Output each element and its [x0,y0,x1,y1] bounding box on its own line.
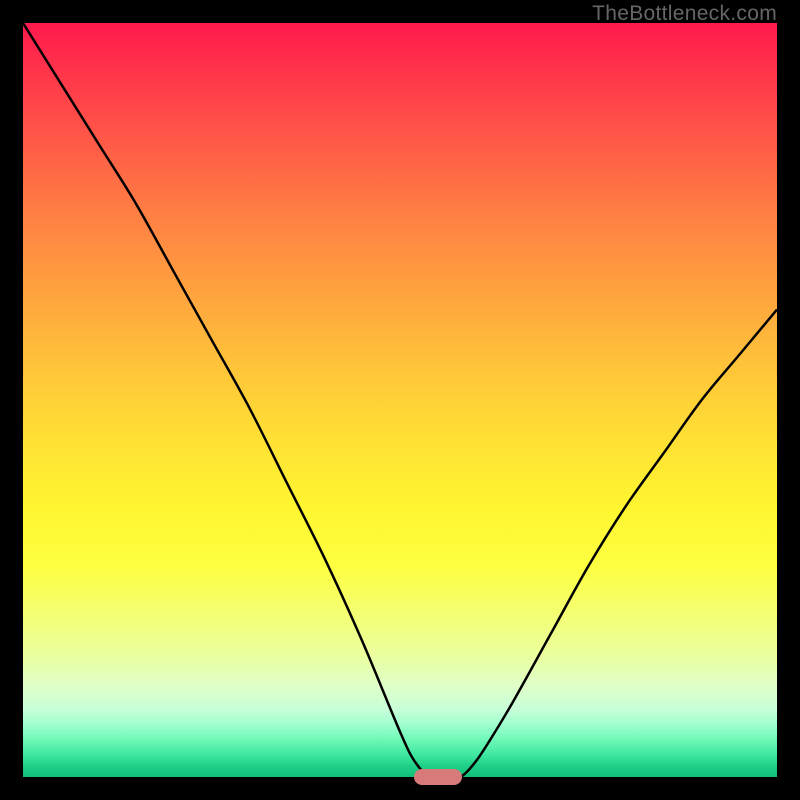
chart-frame: TheBottleneck.com [0,0,800,800]
optimum-marker [414,769,462,785]
watermark-text: TheBottleneck.com [592,2,777,26]
chart-background-gradient [23,23,777,777]
